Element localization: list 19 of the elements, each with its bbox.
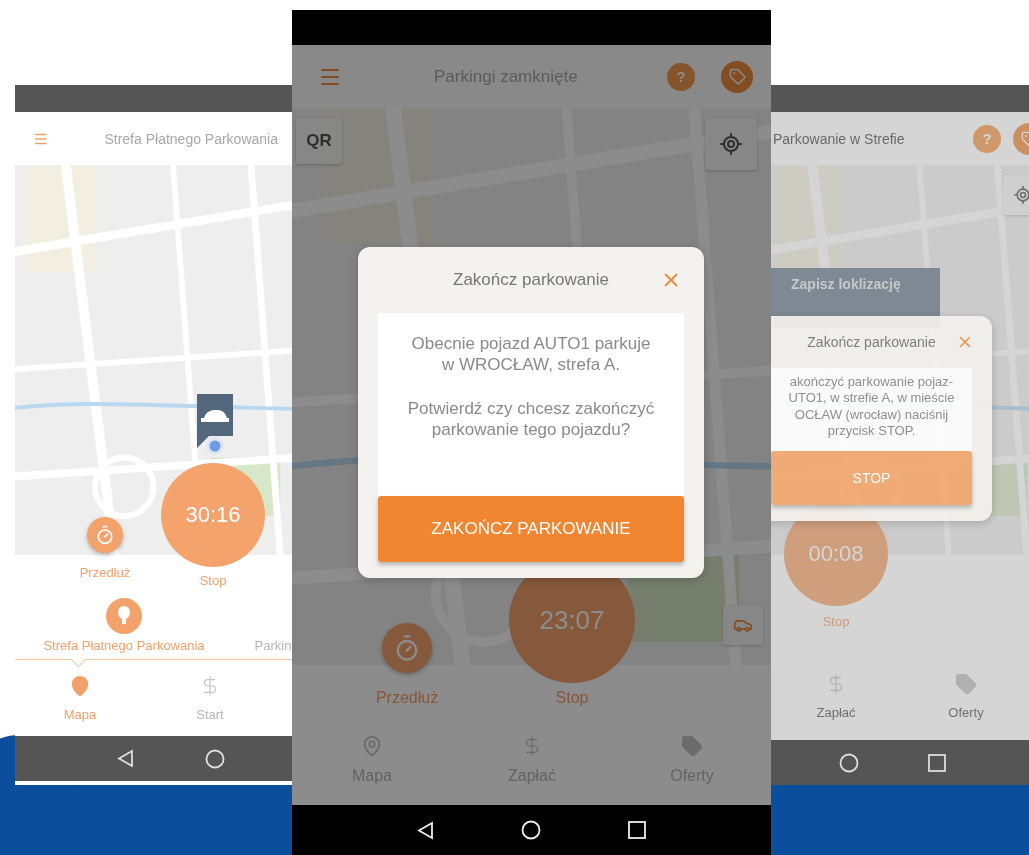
- dialog-title: Zakończ parkowanie: [807, 334, 936, 350]
- zone-tab[interactable]: Strefa Płatnego Parkowania: [15, 598, 233, 659]
- nav-tab[interactable]: Start: [145, 660, 275, 736]
- screen-title: Parkowanie w Strefie: [773, 130, 906, 147]
- stop-label: Stop: [199, 573, 227, 588]
- zone-tab[interactable]: Parkin: [233, 598, 292, 659]
- screen-title: Strefa Płatnego Parkowania: [103, 130, 278, 147]
- extend-label: Przedłuż: [375, 689, 439, 707]
- help-button[interactable]: ?: [973, 124, 1001, 153]
- nav-tab[interactable]: Oferty: [901, 652, 1029, 740]
- stop-label: Stop: [822, 614, 850, 629]
- help-button[interactable]: ?: [667, 62, 695, 91]
- extend-label: Przedłuż: [79, 565, 131, 580]
- panel-title: Zapisz loklizację: [790, 275, 902, 292]
- stop-button[interactable]: STOP: [771, 451, 972, 505]
- dialog-message: akończyć parkowanie pojaz- UTO1, w strefie A, w mieście OCŁAW (wrocław) naciśnij przycisk STOP.: [788, 374, 955, 439]
- nav-tab[interactable]: Zapłać: [771, 652, 901, 740]
- nav-tab[interactable]: Mapa: [15, 660, 145, 736]
- stop-label: Stop: [555, 689, 589, 707]
